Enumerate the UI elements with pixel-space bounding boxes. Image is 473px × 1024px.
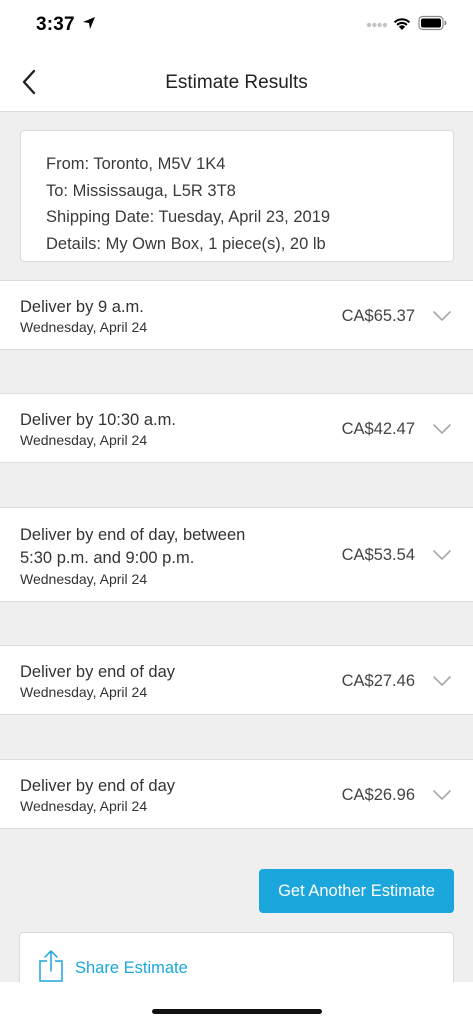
page-title: Estimate Results (165, 72, 308, 93)
option-title-line-2: 5:30 p.m. and 9:00 p.m. (20, 549, 195, 567)
chevron-down-icon[interactable] (433, 311, 451, 321)
summary-to: To: Mississauga, L5R 3T8 (46, 181, 236, 200)
delivery-option-row[interactable]: Deliver by end of day Wednesday, April 2… (0, 645, 473, 715)
shipment-summary-card: From: Toronto, M5V 1K4 To: Mississauga, … (20, 130, 454, 262)
option-title-line-1: Deliver by end of day, between (20, 526, 246, 544)
signal-dots-icon (366, 22, 388, 28)
option-price: CA$53.54 (341, 546, 415, 564)
battery-icon (418, 15, 447, 31)
delivery-option-row[interactable]: Deliver by 10:30 a.m. Wednesday, April 2… (0, 393, 473, 463)
option-date: Wednesday, April 24 (20, 684, 148, 700)
option-date: Wednesday, April 24 (20, 319, 148, 335)
option-date: Wednesday, April 24 (20, 571, 148, 587)
delivery-option-row[interactable]: Deliver by 9 a.m. Wednesday, April 24 CA… (0, 280, 473, 350)
get-another-estimate-button[interactable]: Get Another Estimate (259, 869, 454, 913)
summary-details: Details: My Own Box, 1 piece(s), 20 lb (46, 234, 326, 253)
navigation-bar: Estimate Results (0, 50, 473, 112)
delivery-option-row[interactable]: Deliver by end of day Wednesday, April 2… (0, 759, 473, 829)
summary-shipping-date: Shipping Date: Tuesday, April 23, 2019 (46, 208, 331, 226)
status-time: 3:37 (36, 14, 75, 35)
option-title: Deliver by end of day (20, 663, 176, 681)
delivery-option-row[interactable]: Deliver by end of day, between 5:30 p.m.… (0, 507, 473, 602)
option-date: Wednesday, April 24 (20, 432, 148, 448)
location-arrow-icon (83, 17, 95, 29)
option-title: Deliver by end of day (20, 777, 176, 795)
bottom-safe-area (0, 982, 473, 1024)
home-indicator (152, 1009, 322, 1014)
option-title: Deliver by 10:30 a.m. (20, 411, 176, 429)
status-bar: 3:37 (0, 0, 473, 50)
chevron-down-icon[interactable] (433, 676, 451, 686)
option-price: CA$26.96 (341, 786, 415, 804)
wifi-icon (393, 18, 411, 30)
option-date: Wednesday, April 24 (20, 798, 148, 814)
chevron-down-icon[interactable] (433, 550, 451, 560)
option-price: CA$42.47 (341, 420, 415, 438)
option-price: CA$27.46 (341, 672, 415, 690)
option-title: Deliver by 9 a.m. (20, 298, 144, 316)
chevron-down-icon[interactable] (433, 790, 451, 800)
share-icon (39, 950, 63, 982)
option-price: CA$65.37 (341, 307, 415, 325)
summary-from: From: Toronto, M5V 1K4 (46, 155, 226, 173)
chevron-down-icon[interactable] (433, 424, 451, 434)
share-estimate-label: Share Estimate (75, 959, 188, 977)
